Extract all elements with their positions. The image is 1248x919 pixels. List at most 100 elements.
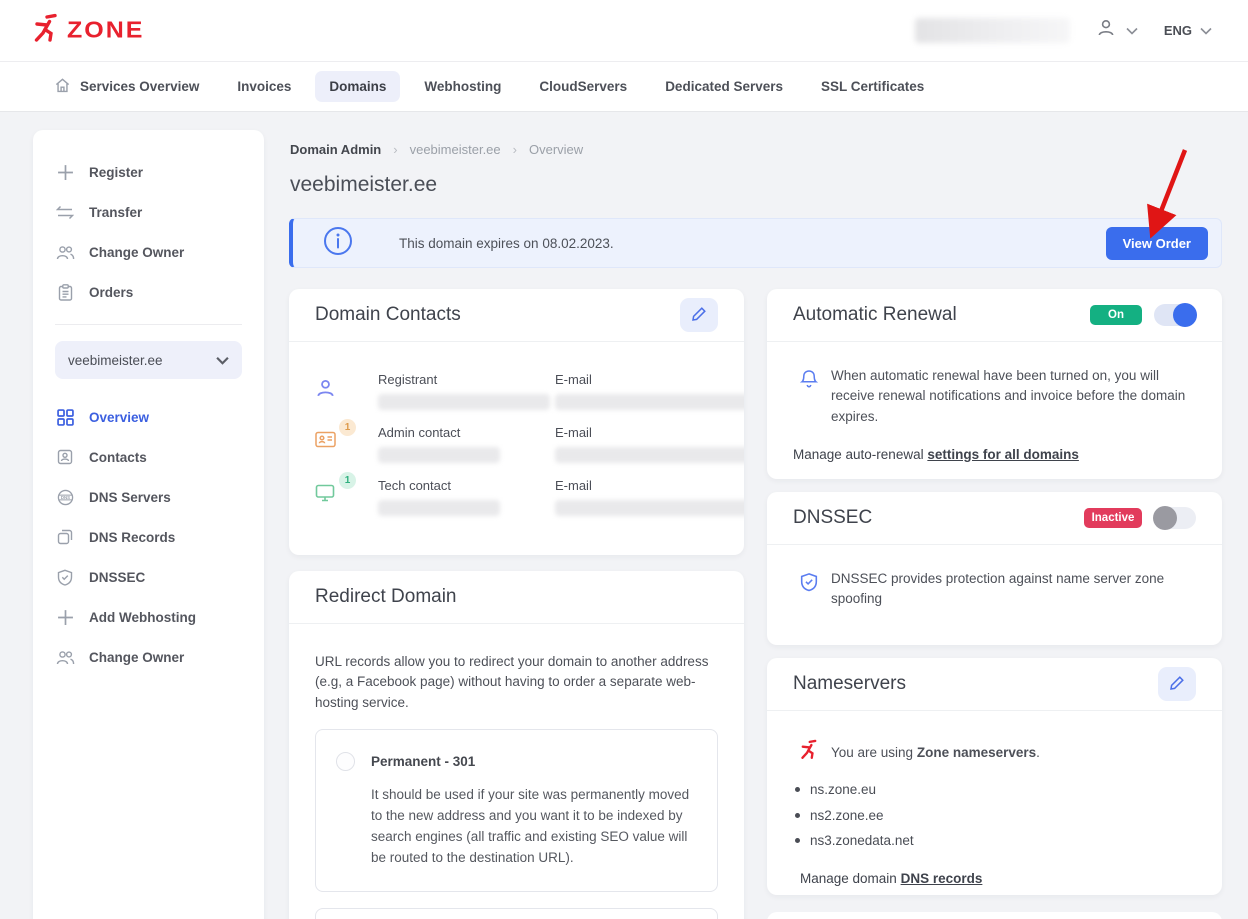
option-label: Permanent - 301 [371,752,475,772]
contact-type-label: Admin contact [378,425,555,440]
settings-for-all-domains-link[interactable]: settings for all domains [927,447,1079,462]
auto-renewal-toggle[interactable] [1154,304,1196,326]
dnssec-description: DNSSEC provides protection against name … [831,569,1171,610]
nav-services-overview[interactable]: Services Overview [40,69,213,105]
view-order-button[interactable]: View Order [1106,227,1208,260]
nav-dedicated-servers[interactable]: Dedicated Servers [651,71,797,102]
people-icon [55,245,75,260]
page-title: veebimeister.ee [290,173,437,197]
email-label: E-mail [555,425,744,440]
plus-icon [55,609,75,626]
chevron-down-icon [1126,22,1138,40]
nameserver-item: ns2.zone.ee [793,806,1196,826]
app-header: zone ENG [0,0,1248,61]
redirect-description: URL records allow you to redirect your d… [315,652,710,713]
redirect-option-301: Permanent - 301 It should be used if you… [315,729,718,892]
nav-webhosting[interactable]: Webhosting [410,71,515,102]
card-title: Domain Contacts [315,304,461,326]
nav-domains[interactable]: Domains [315,71,400,102]
manage-domain-text: Manage domain [800,871,897,886]
dnssec-toggle[interactable] [1154,507,1196,529]
option-description: It should be used if your site was perma… [371,785,701,869]
svg-text:DNS: DNS [60,495,69,500]
breadcrumb-domain[interactable]: veebimeister.ee [410,142,501,157]
sidebar-item-change-owner[interactable]: Change Owner [55,232,242,272]
redacted-username [915,18,1070,43]
banner-message: This domain expires on 08.02.2023. [399,236,1106,251]
automatic-renewal-card: Automatic Renewal On When automatic rene… [767,289,1222,479]
language-selector[interactable]: ENG [1164,23,1212,38]
contact-count-badge: 1 [339,419,356,436]
nav-ssl-certificates[interactable]: SSL Certificates [807,71,938,102]
language-label: ENG [1164,23,1192,38]
sidebar-item-register[interactable]: Register [55,152,242,192]
sidebar: Register Transfer Change Owner Orders ve… [33,130,264,919]
pencil-icon [691,306,707,325]
nav-label: SSL Certificates [821,79,924,94]
runner-icon [33,13,59,48]
dnssec-card: DNSSEC Inactive DNSSEC provides protecti… [767,492,1222,645]
sidebar-item-dnssec[interactable]: DNSSEC [55,557,242,597]
sidebar-item-label: Change Owner [89,650,184,665]
sidebar-item-add-webhosting[interactable]: Add Webhosting [55,597,242,637]
next-card-stub [767,912,1222,919]
home-icon [54,77,71,97]
bell-icon [800,366,818,427]
redacted-contact-name [378,500,500,516]
sidebar-item-overview[interactable]: Overview [55,397,242,437]
nav-label: Webhosting [424,79,501,94]
nameserver-item: ns3.zonedata.net [793,831,1196,851]
sidebar-item-transfer[interactable]: Transfer [55,192,242,232]
nav-cloudservers[interactable]: CloudServers [525,71,641,102]
chevron-down-icon [216,353,229,368]
redacted-contact-email [555,500,744,516]
plus-icon [55,164,75,181]
sidebar-item-change-owner-2[interactable]: Change Owner [55,637,242,677]
chevron-right-icon: › [393,142,397,157]
card-title: Redirect Domain [315,586,457,608]
email-label: E-mail [555,372,744,387]
sidebar-item-contacts[interactable]: Contacts [55,437,242,477]
contact-row-admin: 1 Admin contact E-mail [315,425,718,463]
sidebar-item-dns-records[interactable]: DNS Records [55,517,242,557]
contact-count-badge: 1 [339,472,356,489]
edit-contacts-button[interactable] [680,298,718,332]
sidebar-item-dns-servers[interactable]: DNS DNS Servers [55,477,242,517]
nameservers-intro: You are using Zone nameservers. [831,743,1040,763]
redacted-contact-name [378,394,550,410]
nameserver-list: ns.zone.eu ns2.zone.ee ns3.zonedata.net [793,780,1196,851]
renewal-description: When automatic renewal have been turned … [831,366,1196,427]
radio-permanent-301[interactable] [336,752,355,771]
main-navigation: Services Overview Invoices Domains Webho… [0,61,1248,112]
sidebar-item-label: DNS Servers [89,490,171,505]
breadcrumb: Domain Admin › veebimeister.ee › Overvie… [290,142,583,157]
manage-renewal-text: Manage auto-renewal [793,447,924,462]
nav-invoices[interactable]: Invoices [223,71,305,102]
sidebar-item-label: Change Owner [89,245,184,260]
clipboard-icon [55,284,75,301]
nav-label: CloudServers [539,79,627,94]
zone-logo[interactable]: zone [33,13,144,48]
contact-type-label: Tech contact [378,478,555,493]
toggle-knob [1153,506,1177,530]
redacted-contact-email [555,394,744,410]
nameservers-card: Nameservers You are using Zone nameserve… [767,658,1222,895]
contact-row-tech: 1 Tech contact E-mail [315,478,718,516]
sidebar-item-label: Transfer [89,205,142,220]
sidebar-item-orders[interactable]: Orders [55,272,242,312]
edit-nameservers-button[interactable] [1158,667,1196,701]
dns-records-link[interactable]: DNS records [901,871,983,886]
chevron-right-icon: › [513,142,517,157]
nav-label: Invoices [237,79,291,94]
breadcrumb-domain-admin[interactable]: Domain Admin [290,142,381,157]
nav-label: Services Overview [80,79,199,94]
nav-label: Dedicated Servers [665,79,783,94]
id-card-icon [315,435,336,452]
domain-selector[interactable]: veebimeister.ee [55,341,242,379]
monitor-icon [315,489,335,506]
expiry-banner: This domain expires on 08.02.2023. View … [289,218,1222,268]
user-menu[interactable] [1096,18,1138,43]
redirect-domain-card: Redirect Domain URL records allow you to… [289,571,744,919]
info-icon [323,226,353,261]
runner-icon [800,739,818,766]
